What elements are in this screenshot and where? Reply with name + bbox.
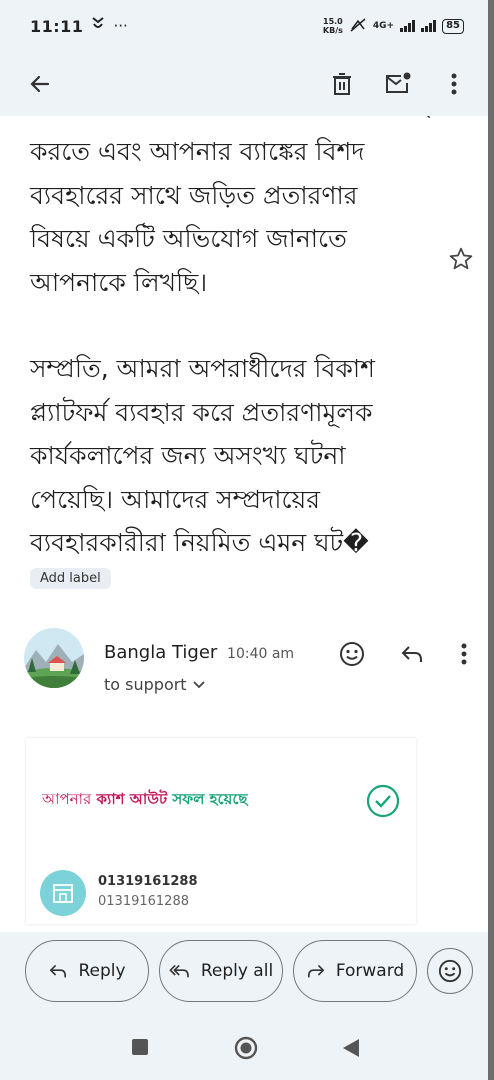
sender-name-line: Bangla Tiger 10:40 am bbox=[104, 642, 294, 663]
network-type: 4G+ bbox=[372, 21, 395, 31]
body-cut-line-text: আপনাদের প্রতি আমাদের বিশ্বাস ও আস্থা পুন… bbox=[30, 116, 440, 130]
system-navigation-bar bbox=[0, 1010, 494, 1080]
signal-icon-1 bbox=[400, 20, 416, 32]
body-line: পেয়েছি। আমাদের সম্প্রদায়ের bbox=[30, 484, 320, 514]
battery-indicator: 85 bbox=[442, 18, 464, 34]
circle-home-icon bbox=[234, 1036, 258, 1060]
body-cut-line: আপনাদের প্রতি আমাদের বিশ্বাস ও আস্থা পুন… bbox=[30, 116, 440, 130]
body-line: কার্যকলাপের জন্য অসংখ্য ঘটনা bbox=[30, 441, 346, 470]
embedded-image-card: আপনার ক্যাশ আউট সফল হয়েছে 01319161288 0… bbox=[26, 738, 416, 924]
reply-label: Reply bbox=[78, 961, 126, 981]
cashout-word-2: ক্যাশ আউট bbox=[96, 790, 168, 808]
net-speed-value: 15.0 bbox=[323, 17, 343, 26]
body-line: সম্প্রতি, আমরা অপরাধীদের বিকাশ bbox=[30, 354, 375, 383]
emoji-icon bbox=[340, 642, 364, 666]
status-bar: 11:11 ··· 15.0 KB/s 4G+ 85 bbox=[0, 0, 494, 52]
net-speed-unit: KB/s bbox=[322, 26, 343, 35]
add-label-chip[interactable]: Add label bbox=[30, 568, 111, 589]
reply-actions-bar: Reply Reply all Forward bbox=[0, 932, 494, 1010]
cashout-word-3: সফল হয়েছে bbox=[172, 790, 248, 808]
recents-button[interactable] bbox=[131, 1038, 151, 1058]
net-speed: 15.0 KB/s bbox=[323, 17, 343, 35]
square-icon bbox=[132, 1039, 148, 1055]
forward-icon bbox=[307, 964, 325, 978]
emoji-reaction-button[interactable] bbox=[427, 948, 473, 994]
mark-unread-mail-icon bbox=[386, 72, 411, 93]
reply-all-label: Reply all bbox=[200, 961, 274, 981]
sender-name: Bangla Tiger bbox=[104, 642, 218, 663]
body-line: বিষয়ে একটি অভিযোগ জানাতে bbox=[30, 224, 347, 253]
sender-avatar[interactable] bbox=[24, 628, 84, 688]
volte-icon bbox=[349, 17, 367, 35]
top-toolbar bbox=[0, 52, 494, 116]
cashout-status-text: আপনার ক্যাশ আউট সফল হয়েছে bbox=[42, 788, 248, 813]
body-line: করতে এবং আপনার ব্যাঙ্কের বিশদ bbox=[30, 137, 365, 166]
reply-icon-button[interactable] bbox=[396, 638, 428, 670]
screen-edge bbox=[488, 0, 494, 1080]
reply-icon bbox=[50, 964, 67, 978]
back-button[interactable] bbox=[16, 60, 64, 108]
message-header[interactable]: Bangla Tiger 10:40 am to support bbox=[24, 628, 484, 694]
signal-icon-2 bbox=[421, 20, 437, 32]
arrow-back-icon bbox=[30, 75, 50, 93]
forward-button[interactable]: Forward bbox=[293, 940, 417, 1002]
back-nav-button[interactable] bbox=[342, 1038, 362, 1058]
email-content: আপনাদের প্রতি আমাদের বিশ্বাস ও আস্থা পুন… bbox=[0, 116, 494, 932]
cashout-word-1: আপনার bbox=[42, 790, 92, 808]
mark-unread-button[interactable] bbox=[374, 60, 422, 108]
more-vert-icon bbox=[451, 73, 457, 95]
reply-icon bbox=[401, 646, 422, 662]
account-number: 01319161288 bbox=[98, 874, 198, 889]
react-emoji-button[interactable] bbox=[336, 638, 368, 670]
body-line: প্ল্যাটফর্ম ব্যবহার করে প্রতারণামূলক bbox=[30, 397, 373, 427]
email-body: আপনাদের প্রতি আমাদের বিশ্বাস ও আস্থা পুন… bbox=[30, 116, 440, 565]
more-options-button[interactable] bbox=[430, 60, 478, 108]
message-time: 10:40 am bbox=[227, 646, 295, 662]
star-icon bbox=[449, 247, 473, 270]
trash-icon bbox=[333, 73, 351, 95]
body-line: ব্যবহারের সাথে জড়িত প্রতারণার bbox=[30, 180, 358, 210]
more-vert-icon bbox=[461, 643, 467, 665]
reply-all-button[interactable]: Reply all bbox=[159, 940, 283, 1002]
message-more-button[interactable] bbox=[448, 638, 480, 670]
account-number-secondary: 01319161288 bbox=[98, 894, 189, 909]
triangle-back-icon bbox=[343, 1039, 359, 1057]
success-check-icon bbox=[366, 784, 400, 818]
reply-button[interactable]: Reply bbox=[25, 940, 149, 1002]
recipients-toggle[interactable]: to support bbox=[104, 675, 205, 694]
notification-icon bbox=[91, 16, 105, 36]
emoji-icon bbox=[438, 959, 462, 983]
delete-button[interactable] bbox=[318, 60, 366, 108]
forward-label: Forward bbox=[335, 961, 405, 981]
chevron-down-icon bbox=[192, 680, 205, 688]
store-icon bbox=[40, 870, 86, 916]
home-button[interactable] bbox=[234, 1036, 258, 1060]
body-line: ব্যবহারকারীরা নিয়মিত এমন ঘট� bbox=[30, 528, 369, 557]
reply-all-icon bbox=[169, 964, 189, 978]
recipients-text: to support bbox=[104, 675, 187, 694]
star-button[interactable] bbox=[448, 246, 474, 272]
status-time: 11:11 bbox=[30, 16, 84, 36]
more-notifications-icon: ··· bbox=[113, 17, 128, 35]
body-line: আপনাকে লিখছি। bbox=[30, 267, 208, 297]
